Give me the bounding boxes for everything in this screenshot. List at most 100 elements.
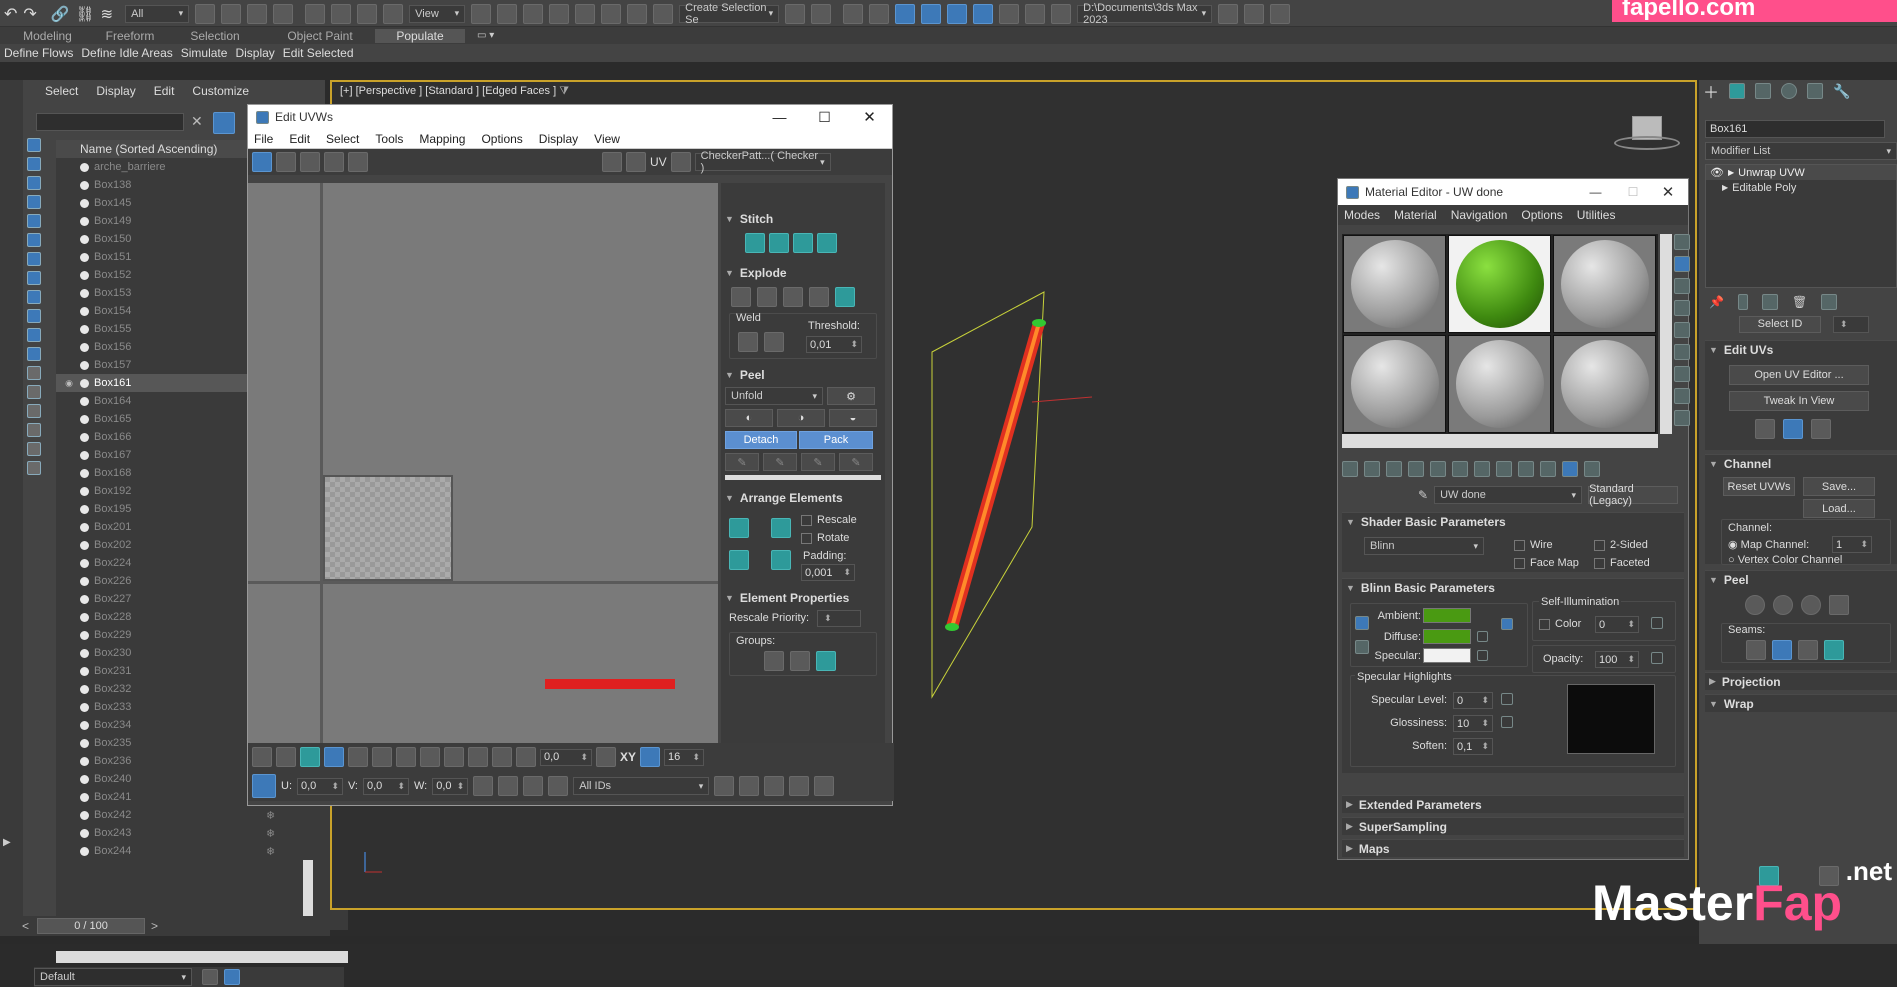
detach-button[interactable]: Detach <box>725 431 797 449</box>
loop-icon[interactable] <box>396 747 416 767</box>
render-toggle-icon[interactable] <box>80 738 89 748</box>
filter-shapes-icon[interactable] <box>27 157 41 171</box>
schematic-view-icon[interactable] <box>947 3 968 24</box>
slots-hscrollbar[interactable] <box>1342 434 1658 448</box>
mat-navigator-icon[interactable] <box>1674 410 1690 426</box>
video-color-check-icon[interactable] <box>1674 322 1690 338</box>
filter-space-warps-icon[interactable] <box>27 233 41 247</box>
percent-snap-icon[interactable] <box>601 3 622 24</box>
uv-menu-select[interactable]: Select <box>326 132 359 146</box>
tweak-vertex-icon[interactable] <box>1755 419 1775 439</box>
render-toggle-icon[interactable] <box>80 774 89 784</box>
outliner-row[interactable]: Box242 ❄ <box>56 806 348 824</box>
flatten-by-smoothing-icon[interactable] <box>809 287 829 307</box>
uv-menu-display[interactable]: Display <box>539 132 578 146</box>
render-toggle-icon[interactable] <box>80 288 89 298</box>
placement-icon[interactable] <box>383 3 404 24</box>
shader-dropdown[interactable]: Blinn <box>1364 537 1484 555</box>
show-map-icon[interactable] <box>1518 461 1534 477</box>
snaps-toggle-icon[interactable] <box>549 3 570 24</box>
outliner-row[interactable]: Box244 ❄ <box>56 842 348 860</box>
v-spinner[interactable]: 0,0 <box>363 777 409 795</box>
selection-filter-dropdown[interactable]: All <box>125 4 190 23</box>
rotate-icon[interactable] <box>331 3 352 24</box>
element-mode-icon[interactable] <box>324 747 344 767</box>
filter-sort-icon[interactable] <box>27 423 41 437</box>
render-toggle-icon[interactable] <box>80 720 89 730</box>
vertex-color-radio[interactable]: ○ Vertex Color Channel <box>1728 554 1842 566</box>
polygon-mode-icon[interactable] <box>300 747 320 767</box>
specular-swatch[interactable] <box>1423 648 1471 663</box>
next-frame-icon[interactable]: > <box>151 919 158 933</box>
rectangular-selection-icon[interactable] <box>247 3 268 24</box>
render-toggle-icon[interactable] <box>80 180 89 190</box>
filter-filter-toggle-icon[interactable] <box>27 442 41 456</box>
open-uv-editor-button[interactable]: Open UV Editor ... <box>1729 365 1869 385</box>
edit-seams-icon[interactable] <box>1772 640 1792 660</box>
sample-slot[interactable] <box>1553 335 1656 433</box>
sample-slot[interactable] <box>1553 235 1656 333</box>
break-icon[interactable] <box>731 287 751 307</box>
paint-select-icon[interactable] <box>492 747 512 767</box>
padding-spinner[interactable]: 0,001 <box>801 564 855 581</box>
group-selected-icon[interactable] <box>764 651 784 671</box>
diffuse-swatch[interactable] <box>1423 629 1471 644</box>
self-illum-map-button[interactable] <box>1651 617 1663 629</box>
search-input[interactable] <box>36 113 184 131</box>
simulate-button[interactable]: Simulate <box>177 46 232 60</box>
material-editor-icon[interactable] <box>973 3 994 24</box>
render-toggle-icon[interactable] <box>80 612 89 622</box>
render-toggle-icon[interactable] <box>80 792 89 802</box>
render-toggle-icon[interactable] <box>80 162 89 172</box>
render-toggle-icon[interactable] <box>80 432 89 442</box>
spec-level-map-button[interactable] <box>1501 693 1513 705</box>
tweak-edge-icon[interactable] <box>1783 419 1803 439</box>
supersampling-rollout[interactable]: ▶ SuperSampling <box>1342 817 1684 835</box>
select-id-spinner[interactable] <box>1833 315 1869 333</box>
prev-frame-icon[interactable]: < <box>22 919 29 933</box>
freeze-icon[interactable]: ❄ <box>266 809 275 822</box>
filter-cameras-icon[interactable] <box>27 195 41 209</box>
angle-snap-icon[interactable] <box>575 3 596 24</box>
uv-minimize-button[interactable]: — <box>757 109 802 125</box>
tab-modeling[interactable]: Modeling <box>0 29 95 43</box>
show-end-result-stack-icon[interactable] <box>1737 294 1748 310</box>
move-icon[interactable] <box>305 3 326 24</box>
filter-hidden-icon[interactable] <box>27 347 41 361</box>
scene-explorer-icon[interactable] <box>843 3 864 24</box>
peel-mode-button[interactable]: ◑ <box>777 409 825 427</box>
ring-icon[interactable] <box>420 747 440 767</box>
keyboard-shortcut-icon[interactable] <box>523 3 544 24</box>
stitch-custom-icon[interactable] <box>817 233 837 253</box>
define-idle-areas-button[interactable]: Define Idle Areas <box>77 46 176 60</box>
blinn-section-title[interactable]: Blinn Basic Parameters <box>1361 581 1495 595</box>
uv-menu-edit[interactable]: Edit <box>289 132 310 146</box>
edge-loop-icon[interactable] <box>468 747 488 767</box>
select-id-button[interactable]: Select ID <box>1739 315 1821 333</box>
clear-search-icon[interactable]: ✕ <box>191 113 203 130</box>
weld-selected-icon[interactable] <box>738 332 758 352</box>
weld-all-icon[interactable] <box>764 332 784 352</box>
texture-dropdown[interactable]: CheckerPatt...( Checker ) <box>694 150 831 174</box>
load-uvws-button[interactable]: Load... <box>1803 499 1875 518</box>
pack-together-icon[interactable] <box>771 518 791 538</box>
put-to-scene-icon[interactable] <box>1364 461 1380 477</box>
make-copy-icon[interactable] <box>1430 461 1446 477</box>
render-toggle-icon[interactable] <box>80 558 89 568</box>
two-sided-option[interactable]: 2-Sided <box>1594 539 1648 551</box>
menu-customize[interactable]: Customize <box>192 84 249 98</box>
two-sided-checkbox[interactable] <box>1594 539 1605 551</box>
rotate-checkbox[interactable] <box>801 532 812 544</box>
detach-edge-icon[interactable] <box>757 287 777 307</box>
lock-icon[interactable] <box>473 776 494 796</box>
face-map-checkbox[interactable] <box>1514 557 1525 569</box>
pixel-spinner[interactable]: 16 <box>664 748 705 766</box>
stack-visibility-icon[interactable]: 👁 <box>1710 166 1724 179</box>
render-toggle-icon[interactable] <box>80 702 89 712</box>
render-toggle-icon[interactable] <box>80 630 89 640</box>
mat-menu-navigation[interactable]: Navigation <box>1451 208 1508 222</box>
mat-maximize-button[interactable]: ☐ <box>1618 185 1648 199</box>
named-selection-dropdown[interactable]: Create Selection Se <box>679 2 780 26</box>
create-tab-icon[interactable]: ＋ <box>1703 79 1719 103</box>
edit-selected-button[interactable]: Edit Selected <box>279 46 358 60</box>
